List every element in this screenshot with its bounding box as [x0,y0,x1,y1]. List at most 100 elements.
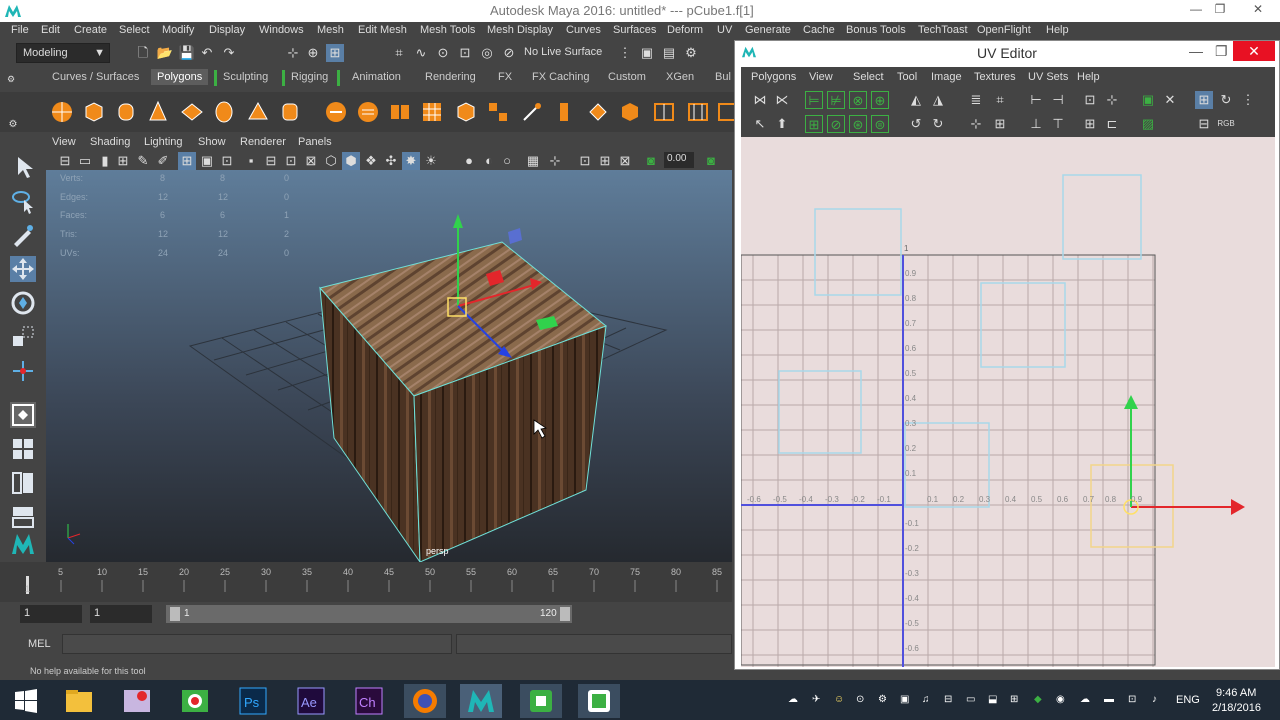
menu-windows[interactable]: Windows [259,24,304,36]
new-scene-icon[interactable]: 🗋 [134,44,152,62]
tab-polygons[interactable]: Polygons [151,69,209,85]
uv-menu-help[interactable]: Help [1077,71,1100,83]
uv-unfold-icon[interactable]: ⊞ [991,115,1009,133]
wireframe-on-shaded-icon[interactable]: ❖ [362,152,380,170]
xray-joints-icon[interactable]: ○ [498,152,516,170]
tray-icon-7[interactable]: ♫ [922,694,930,705]
multi-cut-icon[interactable] [520,100,544,124]
uv-minimize-button[interactable]: — [1189,43,1203,59]
uv-select-icon[interactable]: ↖ [751,115,769,133]
menu-display[interactable]: Display [209,24,245,36]
after-effects-icon[interactable]: Ae [290,684,332,718]
uv-editor-shelf-icon[interactable] [686,100,710,124]
mel-label[interactable]: MEL [28,638,51,650]
range-end-handle[interactable] [560,607,570,621]
command-input[interactable] [62,634,452,654]
mode-dropdown[interactable]: Modeling ▼ [16,43,110,63]
exposure-input[interactable]: 0.00 [664,152,694,168]
battery-icon[interactable]: ▬ [1104,694,1114,705]
render-settings-icon[interactable]: ⚙ [682,44,700,62]
menu-edit-mesh[interactable]: Edit Mesh [358,24,407,36]
uv-shells[interactable] [778,174,1174,548]
multisample-aa-icon[interactable]: ⊞ [596,152,614,170]
four-view-layout-icon[interactable] [10,436,36,462]
uv-grid-icon[interactable]: ⌗ [991,91,1009,109]
tray-icon-2[interactable]: ✈ [812,694,820,705]
range-slider[interactable]: 1 120 [166,605,572,623]
camtasia-recorder-icon[interactable] [578,684,620,718]
language-indicator[interactable]: ENG [1176,694,1200,706]
uv-canvas[interactable]: 1 0.9 0.8 0.7 0.6 0.5 0.4 0.3 0.2 0.1 -0… [741,137,1275,667]
volume-icon[interactable]: ♪ [1152,694,1157,705]
viewport-menu-view[interactable]: View [52,136,76,148]
viewport-menu-panels[interactable]: Panels [298,136,332,148]
smooth-icon[interactable] [420,100,444,124]
menu-openflight[interactable]: OpenFlight [977,24,1031,36]
field-chart-icon[interactable]: ⊟ [262,152,280,170]
uv-image-display-icon[interactable]: ▣ [1139,91,1157,109]
tray-icon-8[interactable]: ⊟ [944,694,952,705]
tray-icon-6[interactable]: ▣ [900,694,909,705]
poly-plane-icon[interactable] [180,100,204,124]
poly-cone-icon[interactable] [146,100,170,124]
tray-icon-11[interactable]: ⊞ [1010,694,1018,705]
film-gate-icon[interactable]: ▣ [198,152,216,170]
snap-point-icon[interactable]: ⊙ [434,44,452,62]
uv-merge-icon[interactable]: ⊜ [871,115,889,133]
xray-components-icon[interactable]: ▦ [524,152,542,170]
uv-menu-textures[interactable]: Textures [974,71,1016,83]
ipr-icon[interactable]: ▤ [660,44,678,62]
uv-shell-border-icon[interactable]: ⊡ [1081,91,1099,109]
tray-icon-4[interactable]: ⊙ [856,694,864,705]
bevel-icon[interactable] [454,100,478,124]
uv-image-range-icon[interactable]: ▨ [1139,115,1157,133]
open-scene-icon[interactable]: 📂 [156,44,174,62]
uv-maximize-button[interactable]: ❐ [1215,43,1228,60]
shelf-menu-icon[interactable]: ⚙ [2,70,20,88]
uv-texture-border-icon[interactable]: ⊏ [1103,115,1121,133]
close-button[interactable]: ✕ [1244,2,1272,20]
tab-bullet[interactable]: Bul [715,71,731,83]
viewport-menu-shading[interactable]: Shading [90,136,130,148]
select-hierarchy-icon[interactable]: ⊹ [284,44,302,62]
start-time-field[interactable]: 1 [20,605,82,623]
snap-view-icon[interactable]: ⊡ [456,44,474,62]
uv-move-icon[interactable]: ⬆ [773,115,791,133]
time-slider[interactable]: 1 5 10 15 20 25 30 35 40 45 50 55 60 65 … [0,562,732,602]
menu-uv[interactable]: UV [717,24,732,36]
uv-flip-v-icon[interactable]: ⋉ [773,91,791,109]
tray-icon-10[interactable]: ⬓ [988,694,997,705]
tab-fx-caching[interactable]: FX Caching [532,71,589,83]
use-all-lights-icon[interactable]: ✸ [402,152,420,170]
extrude-icon[interactable] [552,100,576,124]
2d-pan-icon[interactable]: ✐ [154,152,172,170]
screen-space-ao-icon[interactable]: ⊹ [546,152,564,170]
select-tool-icon[interactable] [10,154,36,180]
clock-date[interactable]: 2/18/2016 [1212,702,1261,714]
tray-icon-13[interactable]: ◉ [1056,694,1065,705]
uv-menu-image[interactable]: Image [931,71,962,83]
target-weld-icon[interactable] [586,100,610,124]
uv-layout-icon[interactable]: ⊹ [967,115,985,133]
uv-align-top-icon[interactable]: ⊗ [849,91,867,109]
resolution-gate-icon[interactable]: ⊡ [218,152,236,170]
undo-icon[interactable]: ↶ [198,44,216,62]
tab-rigging[interactable]: Rigging [291,71,328,83]
snap-surface-icon[interactable]: ◎ [478,44,496,62]
shadows-icon[interactable]: ☀ [422,152,440,170]
poly-cylinder-icon[interactable] [114,100,138,124]
toolbox-options-icon[interactable]: ⚙ [4,116,22,134]
character-animator-icon[interactable]: Ch [348,684,390,718]
uv-rotate-right-icon[interactable]: ↻ [929,115,947,133]
uv-pixel-snap-icon[interactable]: ↻ [1217,91,1235,109]
isolate-select-icon[interactable]: ● [460,152,478,170]
safe-title-icon[interactable]: ⊠ [302,152,320,170]
menu-edit[interactable]: Edit [41,24,60,36]
menu-create[interactable]: Create [74,24,107,36]
uv-display-rgb-icon[interactable]: ⊟ [1195,115,1213,133]
wireframe-icon[interactable]: ⬡ [322,152,340,170]
uv-menu-view[interactable]: View [809,71,833,83]
uv-distortion-icon[interactable]: ⊹ [1103,91,1121,109]
uv-stack-icon[interactable]: ≣ [967,91,985,109]
tab-custom[interactable]: Custom [608,71,646,83]
